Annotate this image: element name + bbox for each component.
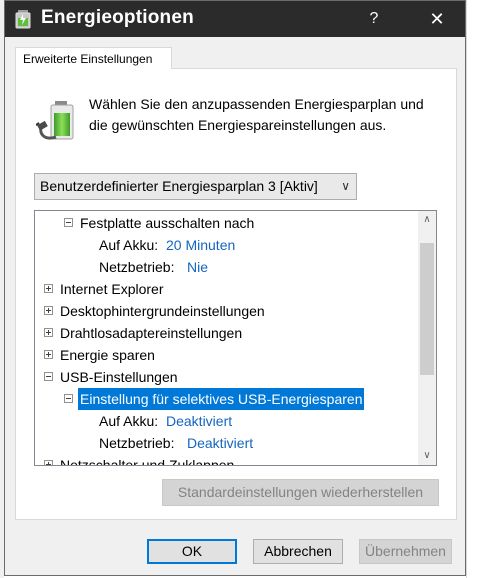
- collapse-icon[interactable]: [64, 394, 73, 403]
- tree-item-label: Netzbetrieb:: [99, 435, 175, 451]
- apply-button[interactable]: Übernehmen: [359, 539, 452, 564]
- power-options-dialog: Energieoptionen ? ✕ Erweiterte Einstellu…: [4, 0, 466, 576]
- restore-defaults-button[interactable]: Standardeinstellungen wiederherstellen: [162, 479, 439, 506]
- expand-icon[interactable]: [44, 306, 53, 315]
- desktop-background-right: [466, 0, 483, 578]
- scroll-up-icon[interactable]: ∧: [418, 211, 436, 228]
- tree-item-label: Festplatte ausschalten nach: [80, 215, 255, 231]
- tree-item-label: Netzschalter und Zuklappen: [60, 457, 235, 465]
- title-bar[interactable]: Energieoptionen ? ✕: [5, 1, 465, 37]
- tree-item-label: USB-Einstellungen: [60, 369, 178, 385]
- tree-item-label: Auf Akku:: [99, 237, 159, 253]
- vertical-scrollbar[interactable]: ∧ ∨: [418, 211, 436, 465]
- tab-advanced-settings[interactable]: Erweiterte Einstellungen: [15, 47, 172, 69]
- close-button[interactable]: ✕: [417, 5, 457, 33]
- battery-plug-icon: [36, 101, 74, 140]
- expand-icon[interactable]: [44, 328, 53, 337]
- power-options-icon: [15, 10, 31, 29]
- tree-item-label: Desktophintergrundeinstellungen: [60, 303, 265, 319]
- tree-item-label: Auf Akku:: [99, 413, 159, 429]
- tree-item-value[interactable]: Deaktiviert: [166, 410, 232, 432]
- tree-item-label: Internet Explorer: [60, 281, 164, 297]
- tree-item-label-selected: Einstellung für selektives USB-Energiesp…: [78, 388, 365, 410]
- tree-item-value[interactable]: 20 Minuten: [166, 234, 235, 256]
- power-plan-select[interactable]: Benutzerdefinierter Energiesparplan 3 [A…: [34, 173, 357, 200]
- tree-item-label: Energie sparen: [60, 347, 155, 363]
- tree-item-label: Drahtlosadaptereinstellungen: [60, 325, 243, 341]
- ok-button[interactable]: OK: [147, 539, 237, 564]
- expand-icon[interactable]: [44, 350, 53, 359]
- power-plan-value: Benutzerdefinierter Energiesparplan 3 [A…: [40, 178, 318, 194]
- plan-description: Wählen Sie den anzupassenden Energiespar…: [89, 96, 424, 133]
- tree-item-value[interactable]: Deaktiviert: [187, 432, 253, 454]
- scrollbar-thumb[interactable]: [420, 243, 434, 375]
- tree-item-label: Netzbetrieb:: [99, 259, 175, 275]
- settings-tree-content: Festplatte ausschalten nach Auf Akku: 20…: [35, 211, 418, 465]
- cancel-button[interactable]: Abbrechen: [253, 539, 343, 564]
- expand-icon[interactable]: [44, 460, 53, 465]
- window-title: Energieoptionen: [41, 7, 194, 28]
- help-button[interactable]: ?: [359, 5, 389, 33]
- chevron-down-icon: ∨: [341, 179, 350, 193]
- advanced-settings-panel: Wählen Sie den anzupassenden Energiespar…: [15, 68, 457, 520]
- collapse-icon[interactable]: [44, 372, 53, 381]
- collapse-icon[interactable]: [64, 218, 73, 227]
- tree-item-value[interactable]: Nie: [187, 256, 208, 278]
- settings-tree: Festplatte ausschalten nach Auf Akku: 20…: [34, 210, 437, 466]
- scroll-down-icon[interactable]: ∨: [418, 447, 436, 464]
- expand-icon[interactable]: [44, 284, 53, 293]
